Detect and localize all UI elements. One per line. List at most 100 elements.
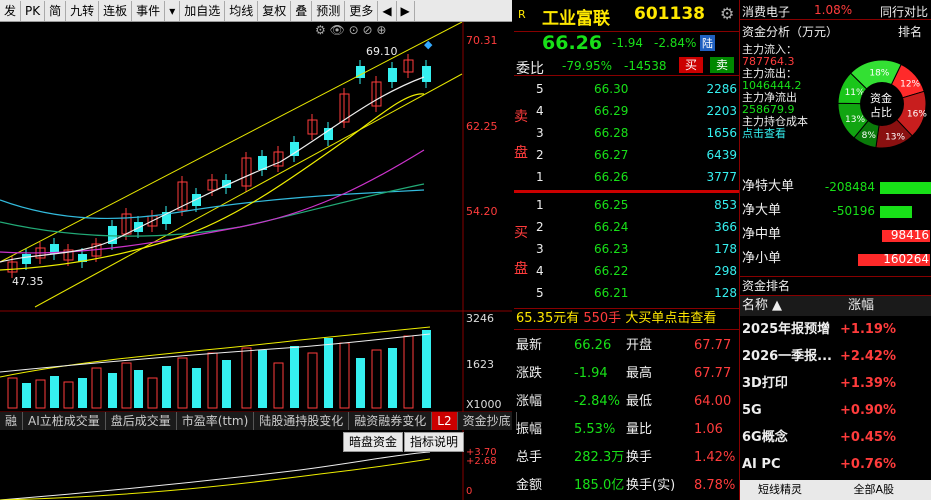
rank-row[interactable]: 6G概念 +0.45%	[740, 424, 931, 451]
toolbar-item-8[interactable]: 均线	[225, 0, 259, 21]
buy-row[interactable]: 3 66.23 178	[514, 238, 739, 260]
toolbar-item-0[interactable]: 发	[0, 0, 22, 21]
sort-up-icon[interactable]: ▲	[772, 296, 782, 316]
sell-button[interactable]: 卖	[710, 57, 735, 73]
volume-bar	[307, 352, 318, 409]
short-line-elf[interactable]: 短线精灵	[758, 483, 802, 496]
rank-row[interactable]: 2025年报预增 +1.19%	[740, 316, 931, 343]
volume-bar	[258, 350, 267, 408]
pie-slice-label: 16%	[907, 109, 927, 119]
big-order-qty: 550手	[583, 311, 622, 326]
all-a-shares[interactable]: 全部A股	[854, 483, 895, 496]
buy-level: 1	[536, 198, 544, 212]
quote-k1: 最新	[516, 338, 543, 353]
settings-gear-icon[interactable]: ⚙	[720, 4, 734, 23]
toolbar-item-13[interactable]: ◀	[378, 0, 397, 21]
quote-k2: 开盘	[626, 338, 653, 353]
toolbar-item-9[interactable]: 复权	[258, 0, 292, 21]
buy-price: 66.23	[594, 242, 629, 256]
toolbar-item-1[interactable]: PK	[21, 0, 46, 21]
quote-k2: 换手(实)	[626, 478, 676, 493]
rank-name: 2025年报预增	[742, 322, 831, 337]
rank-pct: +1.19%	[840, 322, 896, 337]
toolbar-item-10[interactable]: 叠	[291, 0, 313, 21]
buy-row[interactable]: 1 66.25 853	[514, 194, 739, 216]
toolbar-item-12[interactable]: 更多	[345, 0, 379, 21]
rank-pct: +0.90%	[840, 403, 896, 418]
toolbar-item-6[interactable]: ▾	[165, 0, 181, 21]
candle-body	[388, 68, 397, 82]
indicator-tab-3[interactable]: 市盈率(ttm)	[177, 412, 255, 430]
sell-price: 66.27	[594, 148, 629, 162]
volume-bar	[50, 376, 59, 408]
pie-slice-label: 12%	[900, 80, 920, 90]
rank-row[interactable]: 3D打印 +1.39%	[740, 370, 931, 397]
sell-row[interactable]: 3 66.28 1656	[514, 122, 739, 144]
buy-row[interactable]: 4 66.22 298	[514, 260, 739, 282]
pie-slice-label: 13%	[885, 132, 905, 142]
toolbar-item-11[interactable]: 预测	[312, 0, 346, 21]
candle-body	[134, 222, 143, 232]
buy-row[interactable]: 5 66.21 128	[514, 282, 739, 304]
toolbar-item-14[interactable]: ▶	[397, 0, 415, 21]
rank-name: 3D打印	[742, 376, 788, 391]
volume-bar	[7, 377, 18, 409]
buy-price: 66.22	[594, 264, 629, 278]
candle-body	[290, 142, 299, 156]
net-flow-label: 净中单	[742, 227, 782, 242]
indicator-tab-1[interactable]: AI立桩成交量	[23, 412, 106, 430]
toolbar-item-5[interactable]: 事件	[132, 0, 166, 21]
indicator-tabs[interactable]: 融 AI立桩成交量 盘后成交量 市盈率(ttm) 陆股通持股变化 融资融券变化 L2 资金抄底	[0, 412, 517, 430]
toolbar-item-4[interactable]: 连板	[99, 0, 133, 21]
sell-row[interactable]: 2 66.27 6439	[514, 144, 739, 166]
volume-bar	[356, 358, 365, 408]
webi-ratio: -79.95%	[562, 59, 613, 73]
indicator-tab-2[interactable]: 盘后成交量	[106, 412, 177, 430]
rank-pct: +0.76%	[840, 457, 896, 472]
sector-name[interactable]: 消费电子	[742, 3, 790, 20]
buy-row[interactable]: 2 66.24 366	[514, 216, 739, 238]
rank-col-name[interactable]: 名称	[742, 296, 768, 316]
buy-price: 66.24	[594, 220, 629, 234]
indicator-tab-7[interactable]: 资金抄底	[458, 412, 517, 430]
volume-bar	[241, 347, 252, 409]
quote-k1: 涨跌	[516, 366, 543, 381]
sell-row[interactable]: 5 66.30 2286	[514, 78, 739, 100]
toolbar-item-2[interactable]: 简	[45, 0, 67, 21]
buy-book: 买 盘 1 66.25 853 2 66.24 366 3 66.23 178 4 66.22 298…	[514, 194, 739, 306]
big-order-link[interactable]: 大买单点击查看	[625, 311, 716, 326]
indicator-tab-0[interactable]: 融	[0, 412, 24, 430]
current-price: 66.26	[542, 32, 603, 54]
volume-bar	[207, 352, 218, 409]
indicator-help-button[interactable]: 指标说明	[404, 432, 465, 452]
buy-level: 5	[536, 286, 544, 300]
net-flow-bar	[880, 206, 912, 218]
dark-fund-button[interactable]: 暗盘资金	[343, 432, 404, 452]
cost-link[interactable]: 点击查看	[742, 128, 808, 140]
vol-axis-high: 3246	[466, 312, 494, 325]
sell-row[interactable]: 4 66.29 2203	[514, 100, 739, 122]
quote-k2: 量比	[626, 422, 653, 437]
big-order-row[interactable]: 65.35元有 550手 大买单点击查看	[514, 308, 739, 330]
net-flow-value: -50196	[832, 204, 875, 218]
buy-button[interactable]: 买	[679, 57, 704, 73]
rank-link[interactable]: 排名	[898, 23, 922, 40]
indicator-tab-6[interactable]: L2	[432, 412, 458, 430]
volume-bar	[290, 346, 299, 408]
sell-row[interactable]: 1 66.26 3777	[514, 166, 739, 188]
quote-row: 涨跌 -1.94 最高 67.77	[514, 360, 739, 388]
indicator-tab-4[interactable]: 陆股通持股变化	[254, 412, 350, 430]
pie-center-1: 资金	[870, 91, 892, 105]
peer-compare-link[interactable]: 同行对比	[880, 3, 928, 20]
rank-row[interactable]: AI PC +0.76%	[740, 451, 931, 478]
rank-col-pct[interactable]: 涨幅	[848, 296, 874, 316]
rank-row[interactable]: 5G +0.90%	[740, 397, 931, 424]
quote-row: 总手 282.3万 换手 1.42%	[514, 444, 739, 472]
buy-level: 4	[536, 264, 544, 278]
indicator-tab-5[interactable]: 融资融券变化	[349, 412, 433, 430]
rank-row[interactable]: 2026一季报... +2.42%	[740, 343, 931, 370]
toolbar-item-3[interactable]: 九转	[66, 0, 100, 21]
net-flow-value: 160264	[883, 252, 929, 266]
toolbar-item-7[interactable]: 加自选	[180, 0, 226, 21]
rank-pct: +1.39%	[840, 376, 896, 391]
